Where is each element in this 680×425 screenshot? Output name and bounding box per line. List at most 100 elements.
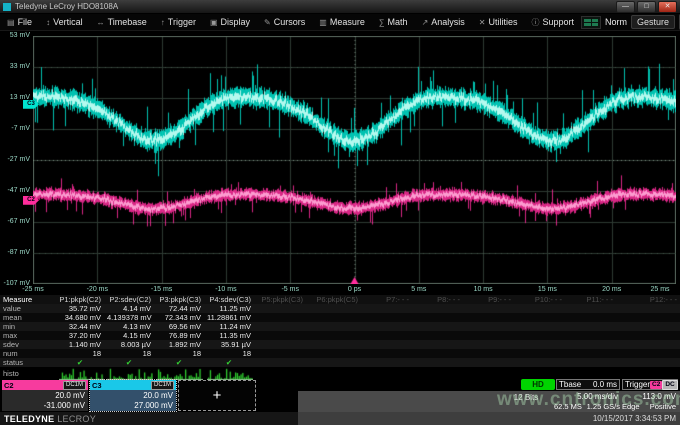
measure-value-cell — [254, 349, 306, 358]
measure-value-cell: 4.14 mV — [104, 304, 154, 313]
menu-trigger[interactable]: ↑Trigger — [154, 14, 203, 31]
channel-box-c3[interactable]: C3 DC1M 20.0 mV 27.000 mV — [90, 380, 176, 411]
file-icon: ▤ — [7, 18, 15, 27]
hd-mode-badge[interactable]: HD — [521, 379, 555, 390]
measure-column-header-p10[interactable]: P10:- - - — [514, 295, 565, 304]
measure-column-header-p3[interactable]: P3:pkpk(C3) — [154, 295, 204, 304]
trigger-icon: ↑ — [161, 18, 165, 27]
measure-value-cell — [514, 349, 565, 358]
measure-value-cell — [616, 340, 680, 349]
timebase-rate: 1.25 GS/s — [587, 402, 620, 411]
y-axis-tick-label: -67 mV — [0, 218, 30, 225]
measure-value-cell: 18 — [154, 349, 204, 358]
utilities-icon: ✕ — [479, 18, 486, 27]
measure-column-header-p12[interactable]: P12:- - - — [616, 295, 680, 304]
measure-value-cell: 18 — [204, 349, 254, 358]
measure-status-check — [412, 358, 463, 367]
timebase-sampling: 62.5 MS 1.25 GS/s — [554, 402, 620, 411]
x-axis-tick-label: 5 ms — [399, 286, 439, 293]
measure-value-cell — [306, 349, 361, 358]
maximize-button[interactable]: □ — [637, 1, 656, 13]
measure-histo-cell — [154, 367, 204, 380]
add-channel-button[interactable]: + — [178, 380, 256, 411]
measure-column-header-p2[interactable]: P2:sdev(C2) — [104, 295, 154, 304]
y-axis-tick-label: -87 mV — [0, 249, 30, 256]
display-icon: ▣ — [210, 18, 218, 27]
trigger-coupling-badge: DC — [662, 380, 677, 390]
measure-histogram — [107, 367, 153, 380]
measure-status-check — [565, 358, 616, 367]
measure-column-header-p4[interactable]: P4:sdev(C3) — [204, 295, 254, 304]
x-axis-tick-label: 20 ms — [592, 286, 632, 293]
waveform-display[interactable] — [33, 36, 676, 284]
menu-cursors-label: Cursors — [274, 17, 306, 27]
measure-column-header-p8[interactable]: P8:- - - — [412, 295, 463, 304]
measure-value-cell — [412, 304, 463, 313]
measure-value-cell: 35.91 µV — [204, 340, 254, 349]
x-axis-tick-label: -25 ms — [13, 286, 53, 293]
measure-column-header-p5[interactable]: P5:pkpk(C3) — [254, 295, 306, 304]
measure-value-cell — [514, 340, 565, 349]
measure-value-cell: 11.25 mV — [204, 304, 254, 313]
measure-value-cell — [254, 331, 306, 340]
x-axis-tick-label: -5 ms — [270, 286, 310, 293]
menu-display-label: Display — [221, 17, 251, 27]
y-axis-tick-label: 33 mV — [0, 63, 30, 70]
menu-support-label: Support — [543, 17, 575, 27]
measure-value-cell — [463, 313, 514, 322]
measure-value-cell — [361, 340, 412, 349]
menu-measure[interactable]: ▥Measure — [312, 14, 372, 31]
menu-support[interactable]: ⓘSupport — [525, 14, 582, 31]
menu-cursors[interactable]: ✎Cursors — [257, 14, 312, 31]
gesture-button[interactable]: Gesture — [631, 15, 675, 29]
timestamp: 10/15/2017 3:34:53 PM — [593, 414, 676, 423]
measure-status-check: ✔ — [56, 358, 104, 367]
measure-value-cell: 4.13 mV — [104, 322, 154, 331]
measure-value-cell: 4.15 mV — [104, 331, 154, 340]
channel-box-c2[interactable]: C2 DC1M 20.0 mV -31.000 mV — [2, 380, 88, 411]
timebase-box[interactable]: Tbase 0.0 ms — [556, 379, 620, 390]
channel-c3-vdiv: 20.0 mV — [93, 391, 173, 400]
measure-histo-cell — [361, 367, 412, 380]
measure-histogram — [207, 367, 253, 380]
measure-value-cell: 32.44 mV — [56, 322, 104, 331]
menu-timebase[interactable]: ↔Timebase — [90, 14, 154, 31]
measure-value-cell — [463, 304, 514, 313]
measure-column-header-p7[interactable]: P7:- - - — [361, 295, 412, 304]
timebase-offset: 0.0 ms — [593, 380, 617, 389]
measure-value-cell — [514, 304, 565, 313]
support-icon: ⓘ — [532, 17, 540, 28]
close-button[interactable]: ✕ — [658, 1, 677, 13]
trigger-box[interactable]: Trigger C2 DC — [622, 379, 678, 390]
measure-value-cell — [412, 322, 463, 331]
measure-column-header-p1[interactable]: P1:pkpk(C2) — [56, 295, 104, 304]
x-axis-tick-label: -20 ms — [77, 286, 117, 293]
measure-column-header-p11[interactable]: P11:- - - — [565, 295, 616, 304]
menu-file[interactable]: ▤File — [0, 14, 39, 31]
vertical-icon: ↕ — [46, 18, 50, 27]
menu-utilities[interactable]: ✕Utilities — [472, 14, 525, 31]
measure-value-cell — [616, 304, 680, 313]
trigger-source-badge: C2 — [650, 381, 662, 389]
measure-value-cell — [565, 304, 616, 313]
menu-measure-label: Measure — [330, 17, 365, 27]
minimize-button[interactable]: — — [616, 1, 635, 13]
measure-column-header-p6[interactable]: P6:pkpk(C5) — [306, 295, 361, 304]
measure-value-cell: 18 — [56, 349, 104, 358]
menu-vertical[interactable]: ↕Vertical — [39, 14, 90, 31]
x-axis-tick-label: 0 ps — [335, 286, 375, 293]
measure-column-header-p9[interactable]: P9:- - - — [463, 295, 514, 304]
measure-value-cell — [616, 313, 680, 322]
grid-layout-icon[interactable] — [581, 16, 601, 29]
title-bar: Teledyne LeCroy HDO8108A — □ ✕ — [0, 0, 680, 14]
measure-status-check — [463, 358, 514, 367]
measure-status-check: ✔ — [154, 358, 204, 367]
menu-timebase-label: Timebase — [108, 17, 147, 27]
menu-utilities-label: Utilities — [488, 17, 517, 27]
measure-value-cell — [254, 313, 306, 322]
menu-math[interactable]: ∑Math — [372, 14, 415, 31]
menu-analysis[interactable]: ↗Analysis — [415, 14, 472, 31]
menu-display[interactable]: ▣Display — [203, 14, 257, 31]
timebase-scale: 5.00 ms/div — [556, 392, 618, 401]
measure-histo-cell — [412, 367, 463, 380]
